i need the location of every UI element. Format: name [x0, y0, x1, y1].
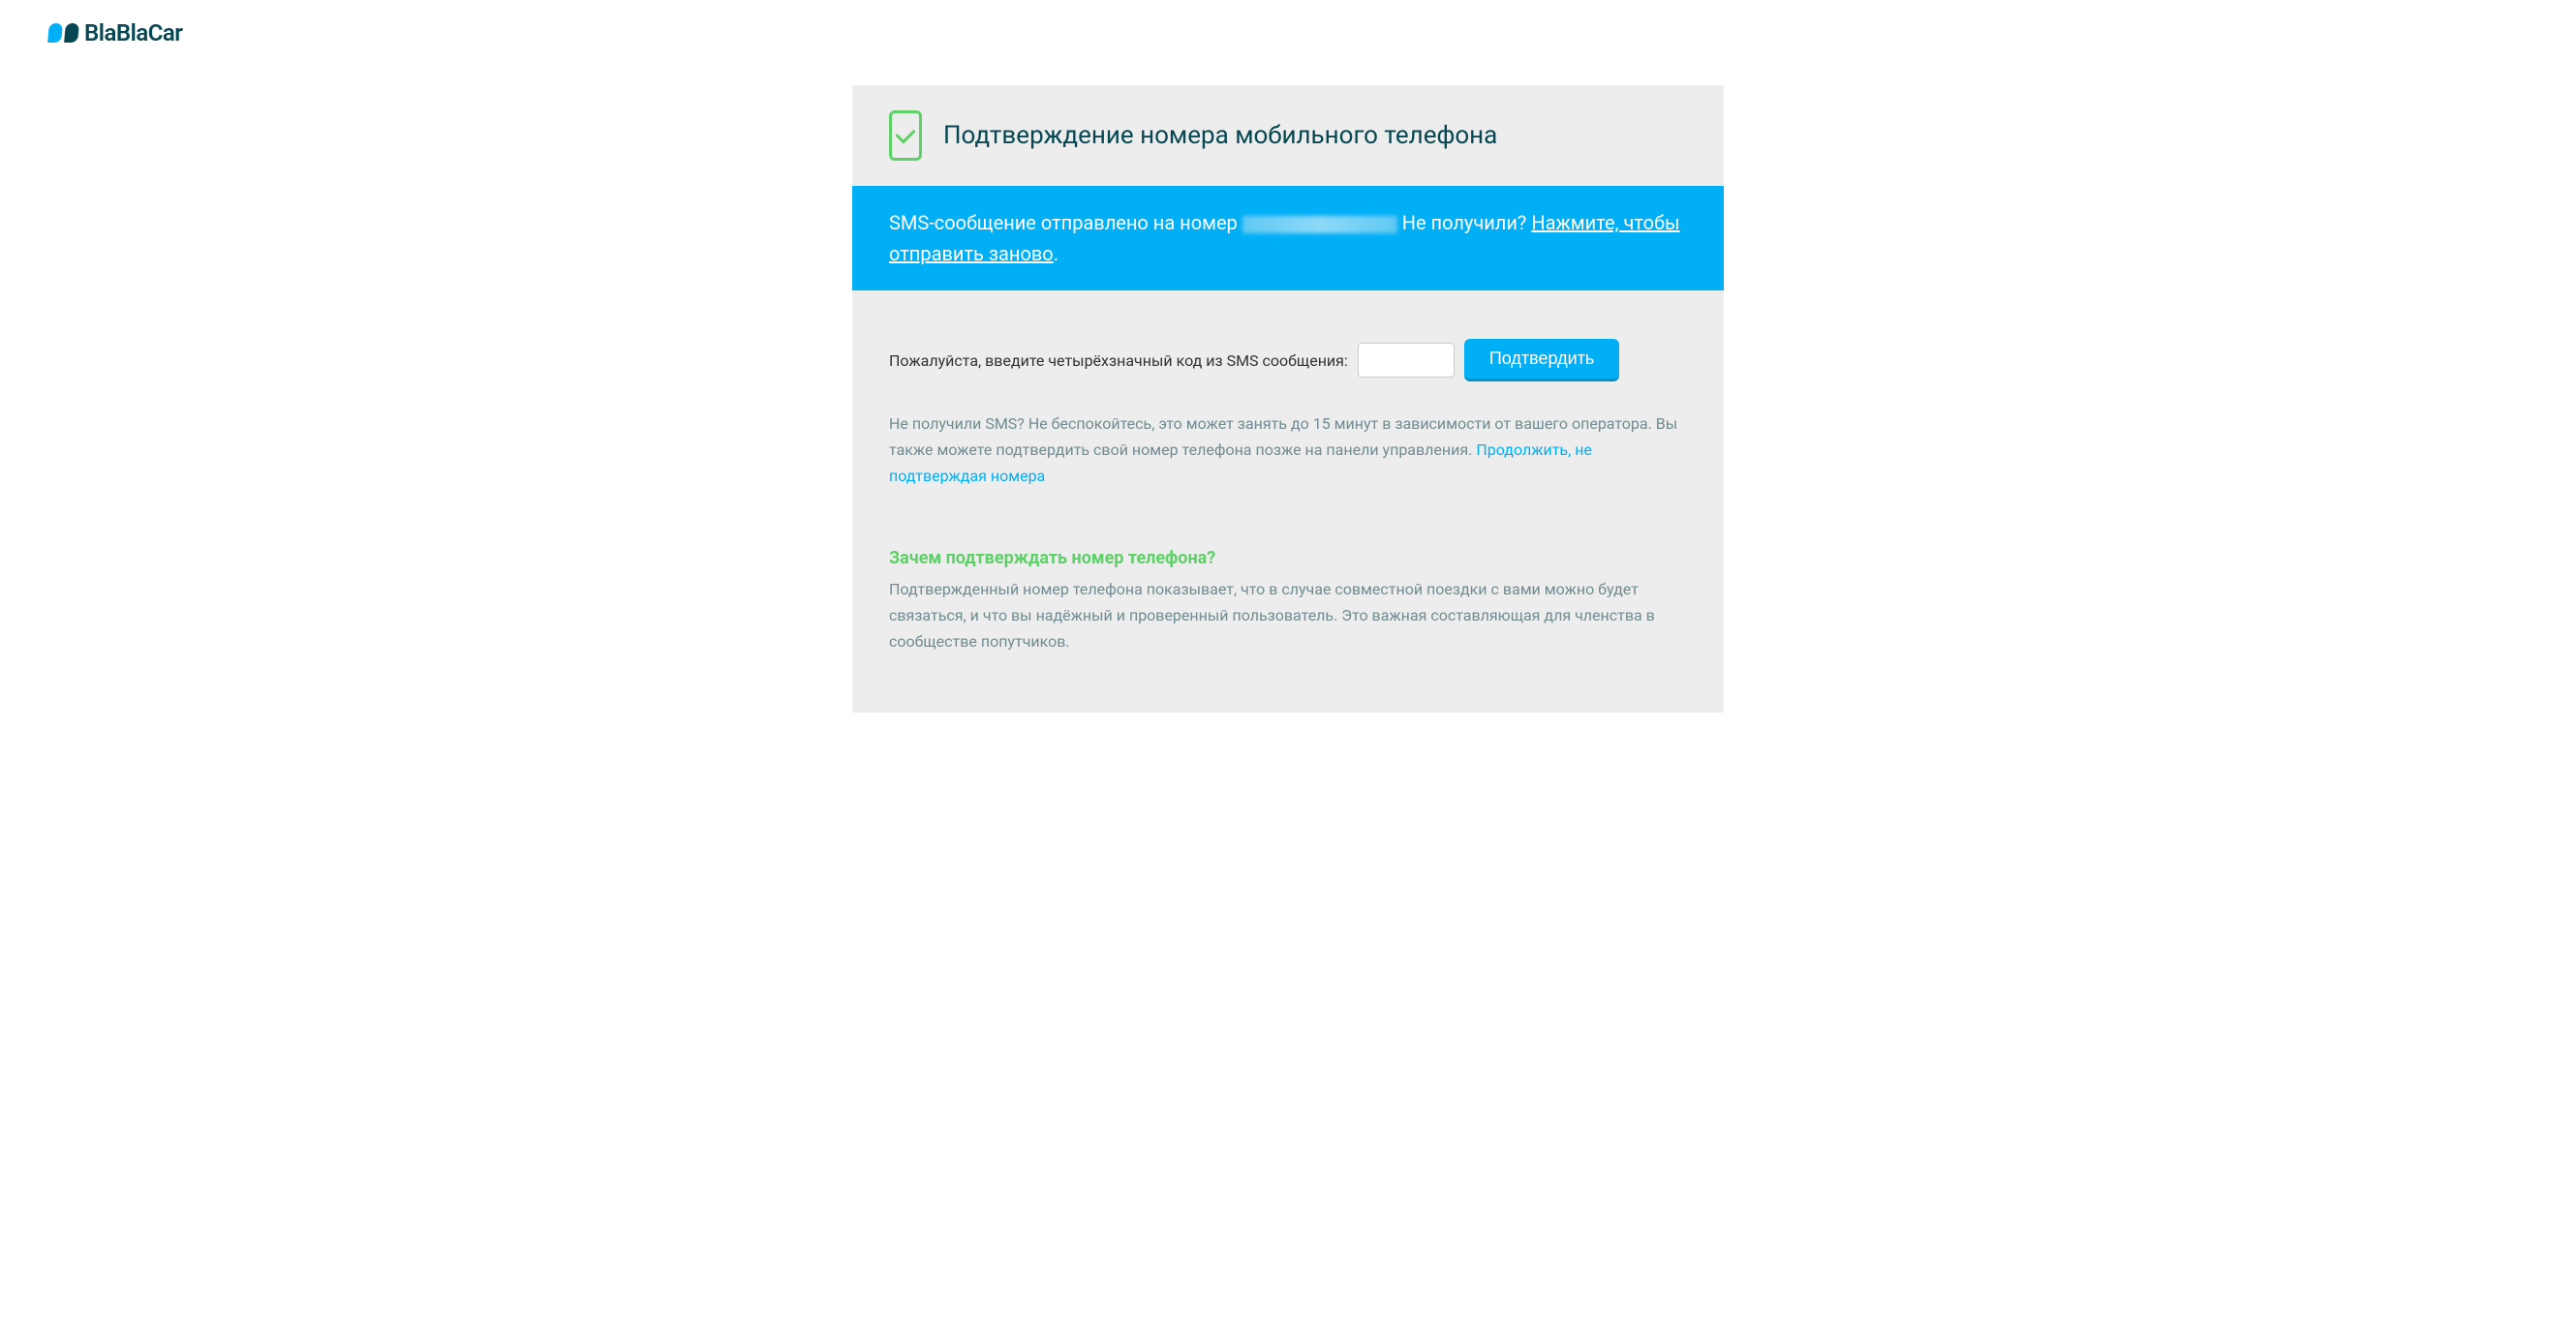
- page-title: Подтверждение номера мобильного телефона: [943, 121, 1497, 150]
- logo[interactable]: BlaBlaCar: [48, 19, 2528, 46]
- card-content: Пожалуйста, введите четырёхзначный код и…: [852, 290, 1724, 674]
- phone-number-redacted: [1242, 216, 1397, 233]
- code-input[interactable]: [1358, 343, 1455, 378]
- alert-suffix: .: [1054, 242, 1058, 265]
- alert-prefix: SMS-сообщение отправлено на номер: [889, 211, 1242, 234]
- code-input-row: Пожалуйста, введите четырёхзначный код и…: [889, 339, 1687, 381]
- phone-verified-icon: [889, 110, 922, 161]
- sms-sent-alert: SMS-сообщение отправлено на номер Не пол…: [852, 186, 1724, 290]
- help-text: Не получили SMS? Не беспокойтесь, это мо…: [889, 411, 1687, 490]
- logo-area: BlaBlaCar: [0, 0, 2576, 66]
- code-input-label: Пожалуйста, введите четырёхзначный код и…: [889, 351, 1348, 370]
- card-header: Подтверждение номера мобильного телефона: [852, 85, 1724, 186]
- logo-text: BlaBlaCar: [84, 19, 182, 46]
- logo-icon: [48, 23, 78, 43]
- why-title: Зачем подтверждать номер телефона?: [889, 548, 1687, 568]
- why-text: Подтвержденный номер телефона показывает…: [889, 576, 1687, 655]
- alert-not-received: Не получили?: [1397, 211, 1532, 234]
- verification-card: Подтверждение номера мобильного телефона…: [852, 85, 1724, 713]
- confirm-button[interactable]: Подтвердить: [1464, 339, 1619, 381]
